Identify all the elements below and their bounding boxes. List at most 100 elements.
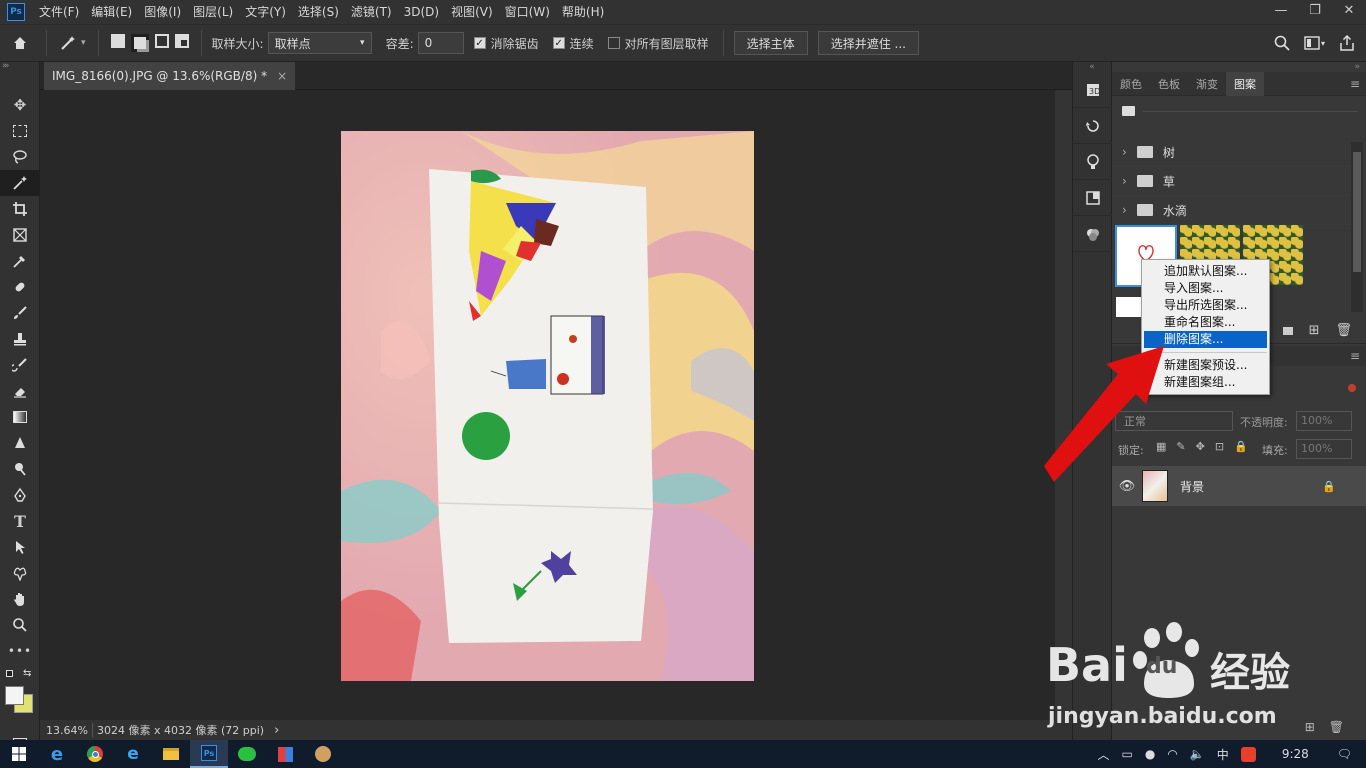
tab-color[interactable]: 颜色 <box>1112 72 1150 96</box>
menu-edit[interactable]: 编辑(E) <box>85 0 138 24</box>
menu-image[interactable]: 图像(I) <box>138 0 187 24</box>
tab-swatches[interactable]: 色板 <box>1150 72 1188 96</box>
magic-wand-preset-icon[interactable]: ▾ <box>53 34 92 52</box>
tab-gradients[interactable]: 渐变 <box>1188 72 1226 96</box>
pattern-search-icon[interactable] <box>1122 106 1135 116</box>
search-icon[interactable] <box>1274 35 1290 54</box>
contiguous-checkbox[interactable]: ✓ 连续 <box>552 35 594 52</box>
home-icon[interactable] <box>0 35 40 51</box>
lasso-tool-icon[interactable] <box>0 144 40 170</box>
select-and-mask-button[interactable]: 选择并遮住 ... <box>817 31 919 55</box>
zoom-tool-icon[interactable] <box>0 612 40 638</box>
tray-network-adapter-icon[interactable]: ▭ <box>1122 747 1133 761</box>
sample-all-layers-checkbox[interactable]: 对所有图层取样 <box>607 35 709 52</box>
menu-window[interactable]: 窗口(W) <box>499 0 556 24</box>
frame-tool-icon[interactable] <box>0 222 40 248</box>
menu-3d[interactable]: 3D(D) <box>398 0 445 24</box>
fill-input[interactable]: 100% <box>1296 439 1352 459</box>
path-selection-tool-icon[interactable] <box>0 534 40 560</box>
gradient-tool-icon[interactable] <box>0 404 40 430</box>
antialias-checkbox[interactable]: ✓ 消除锯齿 <box>473 35 539 52</box>
3d-icon[interactable]: 3D <box>1073 72 1113 108</box>
menu-help[interactable]: 帮助(H) <box>556 0 610 24</box>
menu-append-default-patterns[interactable]: 追加默认图案... <box>1144 263 1267 280</box>
pen-tool-icon[interactable] <box>0 482 40 508</box>
adjustments-icon[interactable] <box>1073 216 1113 252</box>
tray-sogou-icon[interactable] <box>1240 746 1256 762</box>
sample-size-dropdown[interactable]: 取样点 ▾ <box>267 32 372 54</box>
select-subject-button[interactable]: 选择主体 <box>733 31 808 55</box>
workspace-icon[interactable]: ▾ <box>1304 35 1326 54</box>
menu-import-patterns[interactable]: 导入图案... <box>1144 280 1267 297</box>
type-tool-icon[interactable]: T <box>0 508 40 534</box>
marquee-tool-icon[interactable] <box>0 118 40 144</box>
zoom-level[interactable]: 13.64% <box>40 724 92 737</box>
new-group-icon[interactable] <box>1282 326 1293 335</box>
crop-tool-icon[interactable] <box>0 196 40 222</box>
share-icon[interactable] <box>1340 34 1354 54</box>
delete-icon[interactable]: 🗑 <box>1335 323 1352 338</box>
close-button[interactable]: ✕ <box>1332 0 1366 22</box>
minimize-button[interactable]: — <box>1264 0 1298 22</box>
collapse-icon[interactable]: » <box>1112 62 1366 72</box>
tray-volume-icon[interactable]: 🔈 <box>1190 747 1205 761</box>
restore-button[interactable]: ❐ <box>1298 0 1332 22</box>
pattern-thumb-white[interactable] <box>1116 297 1142 317</box>
default-colors-icon[interactable]: ⇆ <box>0 664 39 684</box>
opacity-input[interactable]: 100% <box>1296 411 1352 431</box>
magic-wand-tool-icon[interactable] <box>0 170 40 196</box>
panel-menu-icon[interactable]: ≡ <box>1264 72 1366 95</box>
eyedropper-tool-icon[interactable] <box>0 248 40 274</box>
folder-tree[interactable]: › 树 <box>1112 138 1350 167</box>
new-selection-icon[interactable] <box>110 34 125 48</box>
menu-file[interactable]: 文件(F) <box>33 0 85 24</box>
file-explorer-icon[interactable] <box>152 740 190 768</box>
menu-rename-pattern[interactable]: 重命名图案... <box>1144 314 1267 331</box>
libraries-icon[interactable] <box>1073 180 1113 216</box>
add-selection-icon[interactable] <box>130 34 149 52</box>
ie-browser-icon[interactable]: e <box>38 740 76 768</box>
tray-clock[interactable]: 9:28 <box>1282 747 1309 761</box>
dodge-tool-icon[interactable] <box>0 456 40 482</box>
menu-type[interactable]: 文字(Y) <box>239 0 292 24</box>
history-brush-tool-icon[interactable] <box>0 352 40 378</box>
new-pattern-icon[interactable]: ⊞ <box>1309 323 1320 338</box>
foreground-color-swatch[interactable] <box>5 686 24 705</box>
tray-wifi-icon[interactable]: ◠ <box>1167 747 1177 761</box>
menu-filter[interactable]: 滤镜(T) <box>345 0 398 24</box>
history-icon[interactable] <box>1073 108 1113 144</box>
eraser-tool-icon[interactable] <box>0 378 40 404</box>
clone-stamp-tool-icon[interactable] <box>0 326 40 352</box>
close-icon[interactable]: × <box>277 69 287 83</box>
tolerance-input[interactable]: 0 <box>417 32 464 54</box>
edge-icon[interactable]: e <box>114 740 152 768</box>
windows-start-icon[interactable] <box>0 740 38 768</box>
document-canvas-image[interactable] <box>341 131 754 681</box>
lock-position-icon[interactable]: ✥ <box>1196 440 1205 453</box>
collapse-icon[interactable]: » <box>2 61 8 71</box>
tray-ime-indicator[interactable]: 中 <box>1217 746 1229 763</box>
healing-brush-tool-icon[interactable] <box>0 274 40 300</box>
tray-expand-icon[interactable]: ︿ <box>1098 746 1110 763</box>
subtract-selection-icon[interactable] <box>154 34 169 48</box>
menu-layer[interactable]: 图层(L) <box>187 0 239 24</box>
menu-select[interactable]: 选择(S) <box>292 0 345 24</box>
intersect-selection-icon[interactable] <box>174 34 189 48</box>
brush-tool-icon[interactable] <box>0 300 40 326</box>
notification-icon[interactable]: 🗨 <box>1337 747 1352 761</box>
menu-view[interactable]: 视图(V) <box>445 0 499 24</box>
tray-qq-icon[interactable]: ● <box>1145 747 1155 761</box>
chrome-icon[interactable] <box>76 740 114 768</box>
custom-shape-tool-icon[interactable] <box>0 560 40 586</box>
app-tiles-icon[interactable] <box>266 740 304 768</box>
blur-tool-icon[interactable] <box>0 430 40 456</box>
app-ball-icon[interactable] <box>304 740 342 768</box>
wechat-icon[interactable] <box>228 740 266 768</box>
filter-toggle-icon[interactable] <box>1348 384 1356 392</box>
lock-artboard-icon[interactable]: ⊡ <box>1215 440 1224 453</box>
patterns-scrollbar[interactable] <box>1351 142 1363 312</box>
learn-icon[interactable] <box>1073 144 1113 180</box>
more-tools-icon[interactable]: ••• <box>0 638 40 664</box>
collapse-icon[interactable]: « <box>1073 62 1111 72</box>
lock-all-icon[interactable]: 🔒 <box>1234 440 1248 453</box>
